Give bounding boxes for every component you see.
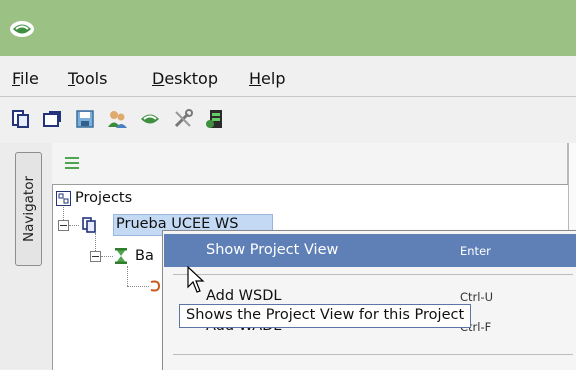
toolbar (0, 97, 576, 144)
tree-line (63, 207, 64, 220)
soapui-logo-icon (10, 21, 34, 37)
collapse-all-icon[interactable] (64, 155, 80, 171)
menu-tools[interactable]: Tools (68, 69, 107, 88)
navigator-tab[interactable]: Navigator (15, 152, 42, 266)
tree-line (69, 225, 79, 226)
tree-line (127, 286, 149, 287)
save-all-icon[interactable] (74, 108, 96, 130)
menu-bar: File Tools Desktop Help (0, 56, 576, 96)
menu-separator (173, 354, 573, 355)
interface-hourglass-icon (115, 248, 127, 264)
navigator-tab-label: Navigator (20, 175, 37, 243)
menu-desktop[interactable]: Desktop (152, 69, 218, 88)
project-icon (82, 217, 96, 233)
tree-line (127, 266, 128, 286)
menu-item-label: Show Project View (206, 242, 339, 258)
preferences-icon[interactable] (172, 108, 194, 130)
title-bar (0, 0, 576, 56)
projects-root-icon (56, 191, 71, 206)
workspace-users-icon[interactable] (106, 108, 128, 130)
menu-file[interactable]: File (12, 69, 39, 88)
menu-item-accelerator: Enter (460, 244, 491, 258)
tree-node-interface[interactable]: Ba (135, 248, 154, 264)
menu-separator (173, 274, 573, 275)
menu-item-accelerator: Ctrl-U (460, 290, 494, 304)
mouse-cursor-icon (187, 266, 205, 293)
tooltip: Shows the Project View for this Project (179, 304, 472, 328)
context-menu: Show Project View Enter Add WSDL Ctrl-U … (162, 230, 576, 370)
menu-item-label: Add WSDL (206, 288, 282, 304)
new-project-icon[interactable] (9, 108, 31, 130)
menu-help[interactable]: Help (249, 69, 285, 88)
operation-icon (150, 280, 161, 292)
menu-item-show-project-view[interactable]: Show Project View Enter (164, 234, 576, 267)
tree-line (101, 256, 113, 257)
collapse-project-toggle[interactable] (58, 220, 69, 231)
tree-root-projects[interactable]: Projects (75, 190, 132, 206)
collapse-interface-toggle[interactable] (90, 251, 101, 262)
monitor-icon[interactable] (204, 108, 226, 130)
import-project-icon[interactable] (41, 108, 63, 130)
soapui-icon[interactable] (139, 108, 161, 130)
